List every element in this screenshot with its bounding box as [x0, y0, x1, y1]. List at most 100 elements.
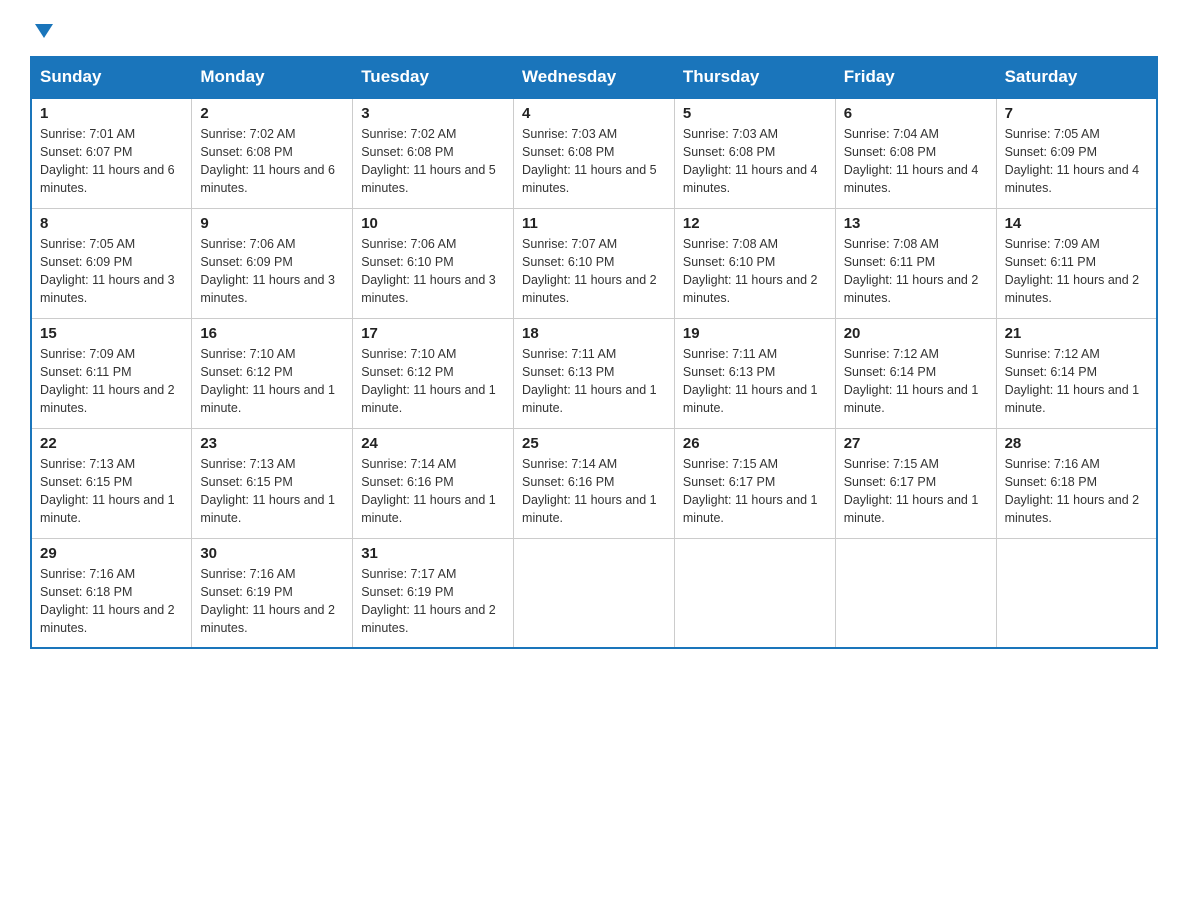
- calendar-cell: 16 Sunrise: 7:10 AMSunset: 6:12 PMDaylig…: [192, 318, 353, 428]
- day-info: Sunrise: 7:04 AMSunset: 6:08 PMDaylight:…: [844, 127, 979, 195]
- calendar-cell: 13 Sunrise: 7:08 AMSunset: 6:11 PMDaylig…: [835, 208, 996, 318]
- calendar-cell: [674, 538, 835, 648]
- calendar-cell: 2 Sunrise: 7:02 AMSunset: 6:08 PMDayligh…: [192, 98, 353, 208]
- header-day-thursday: Thursday: [674, 57, 835, 99]
- calendar-cell: 14 Sunrise: 7:09 AMSunset: 6:11 PMDaylig…: [996, 208, 1157, 318]
- calendar-header: SundayMondayTuesdayWednesdayThursdayFrid…: [31, 57, 1157, 99]
- day-number: 16: [200, 325, 344, 342]
- day-number: 31: [361, 545, 505, 562]
- day-info: Sunrise: 7:02 AMSunset: 6:08 PMDaylight:…: [361, 127, 496, 195]
- day-info: Sunrise: 7:15 AMSunset: 6:17 PMDaylight:…: [844, 457, 979, 525]
- day-number: 23: [200, 435, 344, 452]
- week-row-5: 29 Sunrise: 7:16 AMSunset: 6:18 PMDaylig…: [31, 538, 1157, 648]
- day-number: 8: [40, 215, 183, 232]
- calendar-cell: 18 Sunrise: 7:11 AMSunset: 6:13 PMDaylig…: [514, 318, 675, 428]
- day-number: 9: [200, 215, 344, 232]
- calendar-cell: 23 Sunrise: 7:13 AMSunset: 6:15 PMDaylig…: [192, 428, 353, 538]
- day-number: 4: [522, 105, 666, 122]
- day-number: 19: [683, 325, 827, 342]
- calendar-cell: 24 Sunrise: 7:14 AMSunset: 6:16 PMDaylig…: [353, 428, 514, 538]
- calendar-cell: [996, 538, 1157, 648]
- calendar-cell: 22 Sunrise: 7:13 AMSunset: 6:15 PMDaylig…: [31, 428, 192, 538]
- day-number: 27: [844, 435, 988, 452]
- header-day-monday: Monday: [192, 57, 353, 99]
- day-info: Sunrise: 7:16 AMSunset: 6:18 PMDaylight:…: [40, 567, 175, 635]
- day-info: Sunrise: 7:13 AMSunset: 6:15 PMDaylight:…: [200, 457, 335, 525]
- day-number: 28: [1005, 435, 1148, 452]
- calendar-cell: 5 Sunrise: 7:03 AMSunset: 6:08 PMDayligh…: [674, 98, 835, 208]
- calendar-cell: 19 Sunrise: 7:11 AMSunset: 6:13 PMDaylig…: [674, 318, 835, 428]
- day-info: Sunrise: 7:17 AMSunset: 6:19 PMDaylight:…: [361, 567, 496, 635]
- header-day-sunday: Sunday: [31, 57, 192, 99]
- day-info: Sunrise: 7:10 AMSunset: 6:12 PMDaylight:…: [361, 347, 496, 415]
- header-day-wednesday: Wednesday: [514, 57, 675, 99]
- calendar-cell: 12 Sunrise: 7:08 AMSunset: 6:10 PMDaylig…: [674, 208, 835, 318]
- day-number: 20: [844, 325, 988, 342]
- week-row-1: 1 Sunrise: 7:01 AMSunset: 6:07 PMDayligh…: [31, 98, 1157, 208]
- header-day-friday: Friday: [835, 57, 996, 99]
- day-info: Sunrise: 7:06 AMSunset: 6:10 PMDaylight:…: [361, 237, 496, 305]
- day-info: Sunrise: 7:15 AMSunset: 6:17 PMDaylight:…: [683, 457, 818, 525]
- day-info: Sunrise: 7:13 AMSunset: 6:15 PMDaylight:…: [40, 457, 175, 525]
- calendar-cell: 10 Sunrise: 7:06 AMSunset: 6:10 PMDaylig…: [353, 208, 514, 318]
- week-row-2: 8 Sunrise: 7:05 AMSunset: 6:09 PMDayligh…: [31, 208, 1157, 318]
- day-info: Sunrise: 7:05 AMSunset: 6:09 PMDaylight:…: [1005, 127, 1140, 195]
- header-day-saturday: Saturday: [996, 57, 1157, 99]
- header-day-tuesday: Tuesday: [353, 57, 514, 99]
- day-info: Sunrise: 7:14 AMSunset: 6:16 PMDaylight:…: [361, 457, 496, 525]
- day-info: Sunrise: 7:11 AMSunset: 6:13 PMDaylight:…: [522, 347, 657, 415]
- day-number: 25: [522, 435, 666, 452]
- day-number: 3: [361, 105, 505, 122]
- day-info: Sunrise: 7:02 AMSunset: 6:08 PMDaylight:…: [200, 127, 335, 195]
- calendar-body: 1 Sunrise: 7:01 AMSunset: 6:07 PMDayligh…: [31, 98, 1157, 648]
- calendar-cell: 20 Sunrise: 7:12 AMSunset: 6:14 PMDaylig…: [835, 318, 996, 428]
- calendar-table: SundayMondayTuesdayWednesdayThursdayFrid…: [30, 56, 1158, 649]
- day-number: 7: [1005, 105, 1148, 122]
- calendar-cell: 25 Sunrise: 7:14 AMSunset: 6:16 PMDaylig…: [514, 428, 675, 538]
- day-info: Sunrise: 7:01 AMSunset: 6:07 PMDaylight:…: [40, 127, 175, 195]
- day-number: 2: [200, 105, 344, 122]
- day-number: 5: [683, 105, 827, 122]
- calendar-cell: 26 Sunrise: 7:15 AMSunset: 6:17 PMDaylig…: [674, 428, 835, 538]
- calendar-cell: 30 Sunrise: 7:16 AMSunset: 6:19 PMDaylig…: [192, 538, 353, 648]
- calendar-cell: 8 Sunrise: 7:05 AMSunset: 6:09 PMDayligh…: [31, 208, 192, 318]
- calendar-cell: 27 Sunrise: 7:15 AMSunset: 6:17 PMDaylig…: [835, 428, 996, 538]
- day-number: 22: [40, 435, 183, 452]
- calendar-cell: 29 Sunrise: 7:16 AMSunset: 6:18 PMDaylig…: [31, 538, 192, 648]
- calendar-cell: 9 Sunrise: 7:06 AMSunset: 6:09 PMDayligh…: [192, 208, 353, 318]
- logo-arrow-icon: [33, 20, 55, 42]
- page-header: [30, 20, 1158, 38]
- day-info: Sunrise: 7:09 AMSunset: 6:11 PMDaylight:…: [1005, 237, 1140, 305]
- calendar-cell: [514, 538, 675, 648]
- day-info: Sunrise: 7:10 AMSunset: 6:12 PMDaylight:…: [200, 347, 335, 415]
- day-info: Sunrise: 7:16 AMSunset: 6:18 PMDaylight:…: [1005, 457, 1140, 525]
- week-row-4: 22 Sunrise: 7:13 AMSunset: 6:15 PMDaylig…: [31, 428, 1157, 538]
- day-info: Sunrise: 7:07 AMSunset: 6:10 PMDaylight:…: [522, 237, 657, 305]
- calendar-cell: 11 Sunrise: 7:07 AMSunset: 6:10 PMDaylig…: [514, 208, 675, 318]
- day-number: 14: [1005, 215, 1148, 232]
- logo: [30, 20, 55, 38]
- calendar-cell: 21 Sunrise: 7:12 AMSunset: 6:14 PMDaylig…: [996, 318, 1157, 428]
- day-number: 30: [200, 545, 344, 562]
- day-info: Sunrise: 7:14 AMSunset: 6:16 PMDaylight:…: [522, 457, 657, 525]
- day-number: 10: [361, 215, 505, 232]
- calendar-cell: [835, 538, 996, 648]
- calendar-cell: 1 Sunrise: 7:01 AMSunset: 6:07 PMDayligh…: [31, 98, 192, 208]
- day-info: Sunrise: 7:08 AMSunset: 6:10 PMDaylight:…: [683, 237, 818, 305]
- day-number: 6: [844, 105, 988, 122]
- day-number: 1: [40, 105, 183, 122]
- calendar-cell: 15 Sunrise: 7:09 AMSunset: 6:11 PMDaylig…: [31, 318, 192, 428]
- calendar-cell: 6 Sunrise: 7:04 AMSunset: 6:08 PMDayligh…: [835, 98, 996, 208]
- calendar-cell: 31 Sunrise: 7:17 AMSunset: 6:19 PMDaylig…: [353, 538, 514, 648]
- day-number: 11: [522, 215, 666, 232]
- day-number: 13: [844, 215, 988, 232]
- calendar-cell: 4 Sunrise: 7:03 AMSunset: 6:08 PMDayligh…: [514, 98, 675, 208]
- day-info: Sunrise: 7:16 AMSunset: 6:19 PMDaylight:…: [200, 567, 335, 635]
- day-info: Sunrise: 7:05 AMSunset: 6:09 PMDaylight:…: [40, 237, 175, 305]
- calendar-cell: 28 Sunrise: 7:16 AMSunset: 6:18 PMDaylig…: [996, 428, 1157, 538]
- header-row: SundayMondayTuesdayWednesdayThursdayFrid…: [31, 57, 1157, 99]
- day-info: Sunrise: 7:09 AMSunset: 6:11 PMDaylight:…: [40, 347, 175, 415]
- week-row-3: 15 Sunrise: 7:09 AMSunset: 6:11 PMDaylig…: [31, 318, 1157, 428]
- day-info: Sunrise: 7:12 AMSunset: 6:14 PMDaylight:…: [1005, 347, 1140, 415]
- day-number: 12: [683, 215, 827, 232]
